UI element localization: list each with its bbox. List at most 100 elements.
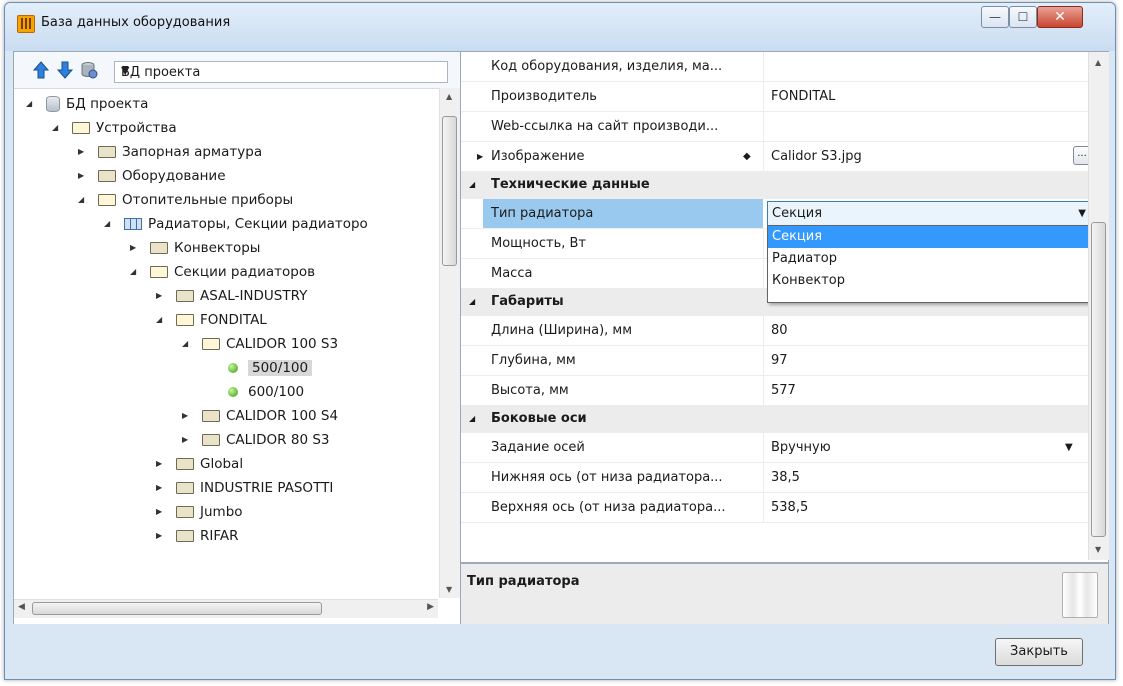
maximize-button[interactable]: ☐: [1009, 6, 1037, 28]
tree-node[interactable]: ▶ Global: [156, 452, 243, 476]
tree-node[interactable]: ▶ CALIDOR 80 S3: [182, 428, 330, 452]
property-name: Мощность, Вт: [491, 236, 587, 251]
collapse-icon[interactable]: ◢: [182, 332, 194, 356]
dropdown-option[interactable]: Радиатор: [768, 248, 1088, 270]
property-row-axes-mode[interactable]: Задание осей Вручную ▼: [461, 433, 1088, 463]
chevron-down-icon[interactable]: ▼: [1065, 433, 1073, 462]
collapse-icon[interactable]: ◢: [130, 260, 142, 284]
move-down-icon[interactable]: [56, 61, 74, 79]
scroll-thumb[interactable]: [32, 602, 322, 615]
tree-node[interactable]: ◢ Отопительные приборы: [78, 188, 293, 212]
tree-node[interactable]: ◢ Секции радиаторов: [130, 260, 315, 284]
category-side-axes[interactable]: ◢ Боковые оси: [461, 406, 1088, 433]
expand-icon[interactable]: ▶: [78, 164, 90, 188]
tree-node[interactable]: ◢ Радиаторы, Секции радиаторо: [104, 212, 368, 236]
tree-node[interactable]: ▶ RIFAR: [156, 524, 239, 548]
property-row-length[interactable]: Длина (Ширина), мм 80: [461, 316, 1088, 346]
database-select[interactable]: БД проекта ▼: [114, 61, 448, 83]
property-row-manufacturer[interactable]: Производитель FONDITAL: [461, 82, 1088, 112]
expand-icon[interactable]: ▶: [477, 142, 483, 171]
tree-node[interactable]: ▶ INDUSTRIE PASOTTI: [156, 476, 333, 500]
device-tree: ◢ БД проекта ◢ Устройства ▶ Запорная арматура…: [14, 88, 438, 598]
dropdown-option[interactable]: Конвектор: [768, 270, 1088, 292]
tree-node[interactable]: 500/100: [208, 356, 313, 380]
radiator-image: [1062, 572, 1098, 618]
tree-node[interactable]: ▶ ASAL-INDUSTRY: [156, 284, 307, 308]
property-row-height[interactable]: Высота, мм 577: [461, 376, 1088, 406]
scroll-left-icon[interactable]: ◀: [18, 602, 25, 612]
expand-icon[interactable]: ▶: [156, 500, 168, 524]
expand-icon[interactable]: ▶: [156, 524, 168, 548]
property-panel: Код оборудования, изделия, ма... Произво…: [461, 52, 1109, 626]
tree-panel: БД проекта ▼ ◢ БД проекта ◢ Устройства ▶ Запо…: [14, 52, 461, 624]
tree-vertical-scrollbar[interactable]: ▲ ▼: [439, 88, 460, 598]
tree-node[interactable]: ▶ Запорная арматура: [78, 140, 262, 164]
collapse-icon[interactable]: ◢: [78, 188, 90, 212]
property-grid-scrollbar[interactable]: ▲ ▼: [1088, 52, 1109, 560]
tree-node[interactable]: ▶ Конвекторы: [130, 236, 260, 260]
expand-icon[interactable]: ▶: [182, 428, 194, 452]
folder-icon: [176, 290, 194, 302]
expand-icon[interactable]: ▶: [156, 284, 168, 308]
tree-node[interactable]: ◢ Устройства: [52, 116, 177, 140]
tree-node[interactable]: 600/100: [208, 380, 304, 404]
collapse-icon[interactable]: ◢: [26, 92, 38, 116]
property-value: 38,5: [771, 470, 800, 485]
property-row-upper-axis[interactable]: Верхняя ось (от низа радиатора... 538,5: [461, 493, 1088, 523]
tree-node-label: INDUSTRIE PASOTTI: [200, 480, 334, 496]
property-row-lower-axis[interactable]: Нижняя ось (от низа радиатора... 38,5: [461, 463, 1088, 493]
scroll-right-icon[interactable]: ▶: [427, 602, 434, 612]
folder-open-icon: [72, 122, 90, 134]
tree-node[interactable]: ◢ CALIDOR 100 S3: [182, 332, 338, 356]
expand-icon[interactable]: ▶: [130, 236, 142, 260]
browse-button[interactable]: ...: [1073, 146, 1088, 165]
scroll-down-icon[interactable]: ▼: [446, 585, 452, 594]
expand-icon[interactable]: ▶: [78, 140, 90, 164]
collapse-icon[interactable]: ◢: [469, 289, 475, 315]
tree-node[interactable]: ▶ CALIDOR 100 S4: [182, 404, 338, 428]
scroll-up-icon[interactable]: ▲: [1095, 58, 1101, 67]
category-name: Габариты: [491, 294, 564, 309]
move-up-icon[interactable]: [32, 61, 50, 79]
property-name: Масса: [491, 266, 533, 281]
chevron-down-icon[interactable]: ▼: [1078, 202, 1086, 225]
folder-icon: [98, 170, 116, 182]
expand-icon[interactable]: ▶: [156, 476, 168, 500]
scroll-thumb[interactable]: [442, 116, 457, 266]
tree-node[interactable]: ▶ Оборудование: [78, 164, 226, 188]
folder-open-icon: [202, 338, 220, 350]
scroll-down-icon[interactable]: ▼: [1095, 545, 1101, 554]
tree-node-label: Запорная арматура: [122, 144, 263, 160]
database-settings-icon[interactable]: [80, 61, 98, 79]
radiator-type-select[interactable]: Секция ▼: [767, 201, 1088, 226]
collapse-icon[interactable]: ◢: [469, 406, 475, 432]
property-grid: Код оборудования, изделия, ма... Произво…: [461, 52, 1088, 560]
property-row-depth[interactable]: Глубина, мм 97: [461, 346, 1088, 376]
tree-node[interactable]: ◢ FONDITAL: [156, 308, 267, 332]
tree-node[interactable]: ▶ Jumbo: [156, 500, 243, 524]
collapse-icon[interactable]: ◢: [469, 172, 475, 198]
category-technical-data[interactable]: ◢ Технические данные: [461, 172, 1088, 199]
expand-icon[interactable]: ▶: [156, 452, 168, 476]
dropdown-option[interactable]: Секция: [768, 226, 1088, 248]
collapse-icon[interactable]: ◢: [104, 212, 116, 236]
collapse-icon[interactable]: ◢: [156, 308, 168, 332]
property-name: Высота, мм: [491, 383, 569, 398]
scroll-thumb[interactable]: [1091, 222, 1106, 537]
tree-node[interactable]: ◢ БД проекта: [26, 92, 148, 116]
property-row-weblink[interactable]: Web-ссылка на сайт производи...: [461, 112, 1088, 142]
close-button[interactable]: Закрыть: [995, 638, 1083, 666]
category-name: Боковые оси: [491, 411, 587, 426]
expand-icon[interactable]: ▶: [182, 404, 194, 428]
scroll-up-icon[interactable]: ▲: [446, 92, 452, 101]
equipment-database-window: База данных оборудования — ☐ ✕ БД проект…: [4, 2, 1116, 680]
close-window-button[interactable]: ✕: [1037, 6, 1083, 28]
property-row-code[interactable]: Код оборудования, изделия, ма...: [461, 52, 1088, 82]
dialog-footer: Закрыть: [5, 624, 1115, 679]
minimize-button[interactable]: —: [981, 6, 1009, 28]
property-row-image[interactable]: ▶ Изображение ◆ Calidor S3.jpg ...: [461, 142, 1088, 172]
folder-icon: [176, 458, 194, 470]
tree-horizontal-scrollbar[interactable]: ◀ ▶: [14, 599, 438, 618]
chevron-down-icon: ▼: [121, 64, 130, 77]
collapse-icon[interactable]: ◢: [52, 116, 64, 140]
